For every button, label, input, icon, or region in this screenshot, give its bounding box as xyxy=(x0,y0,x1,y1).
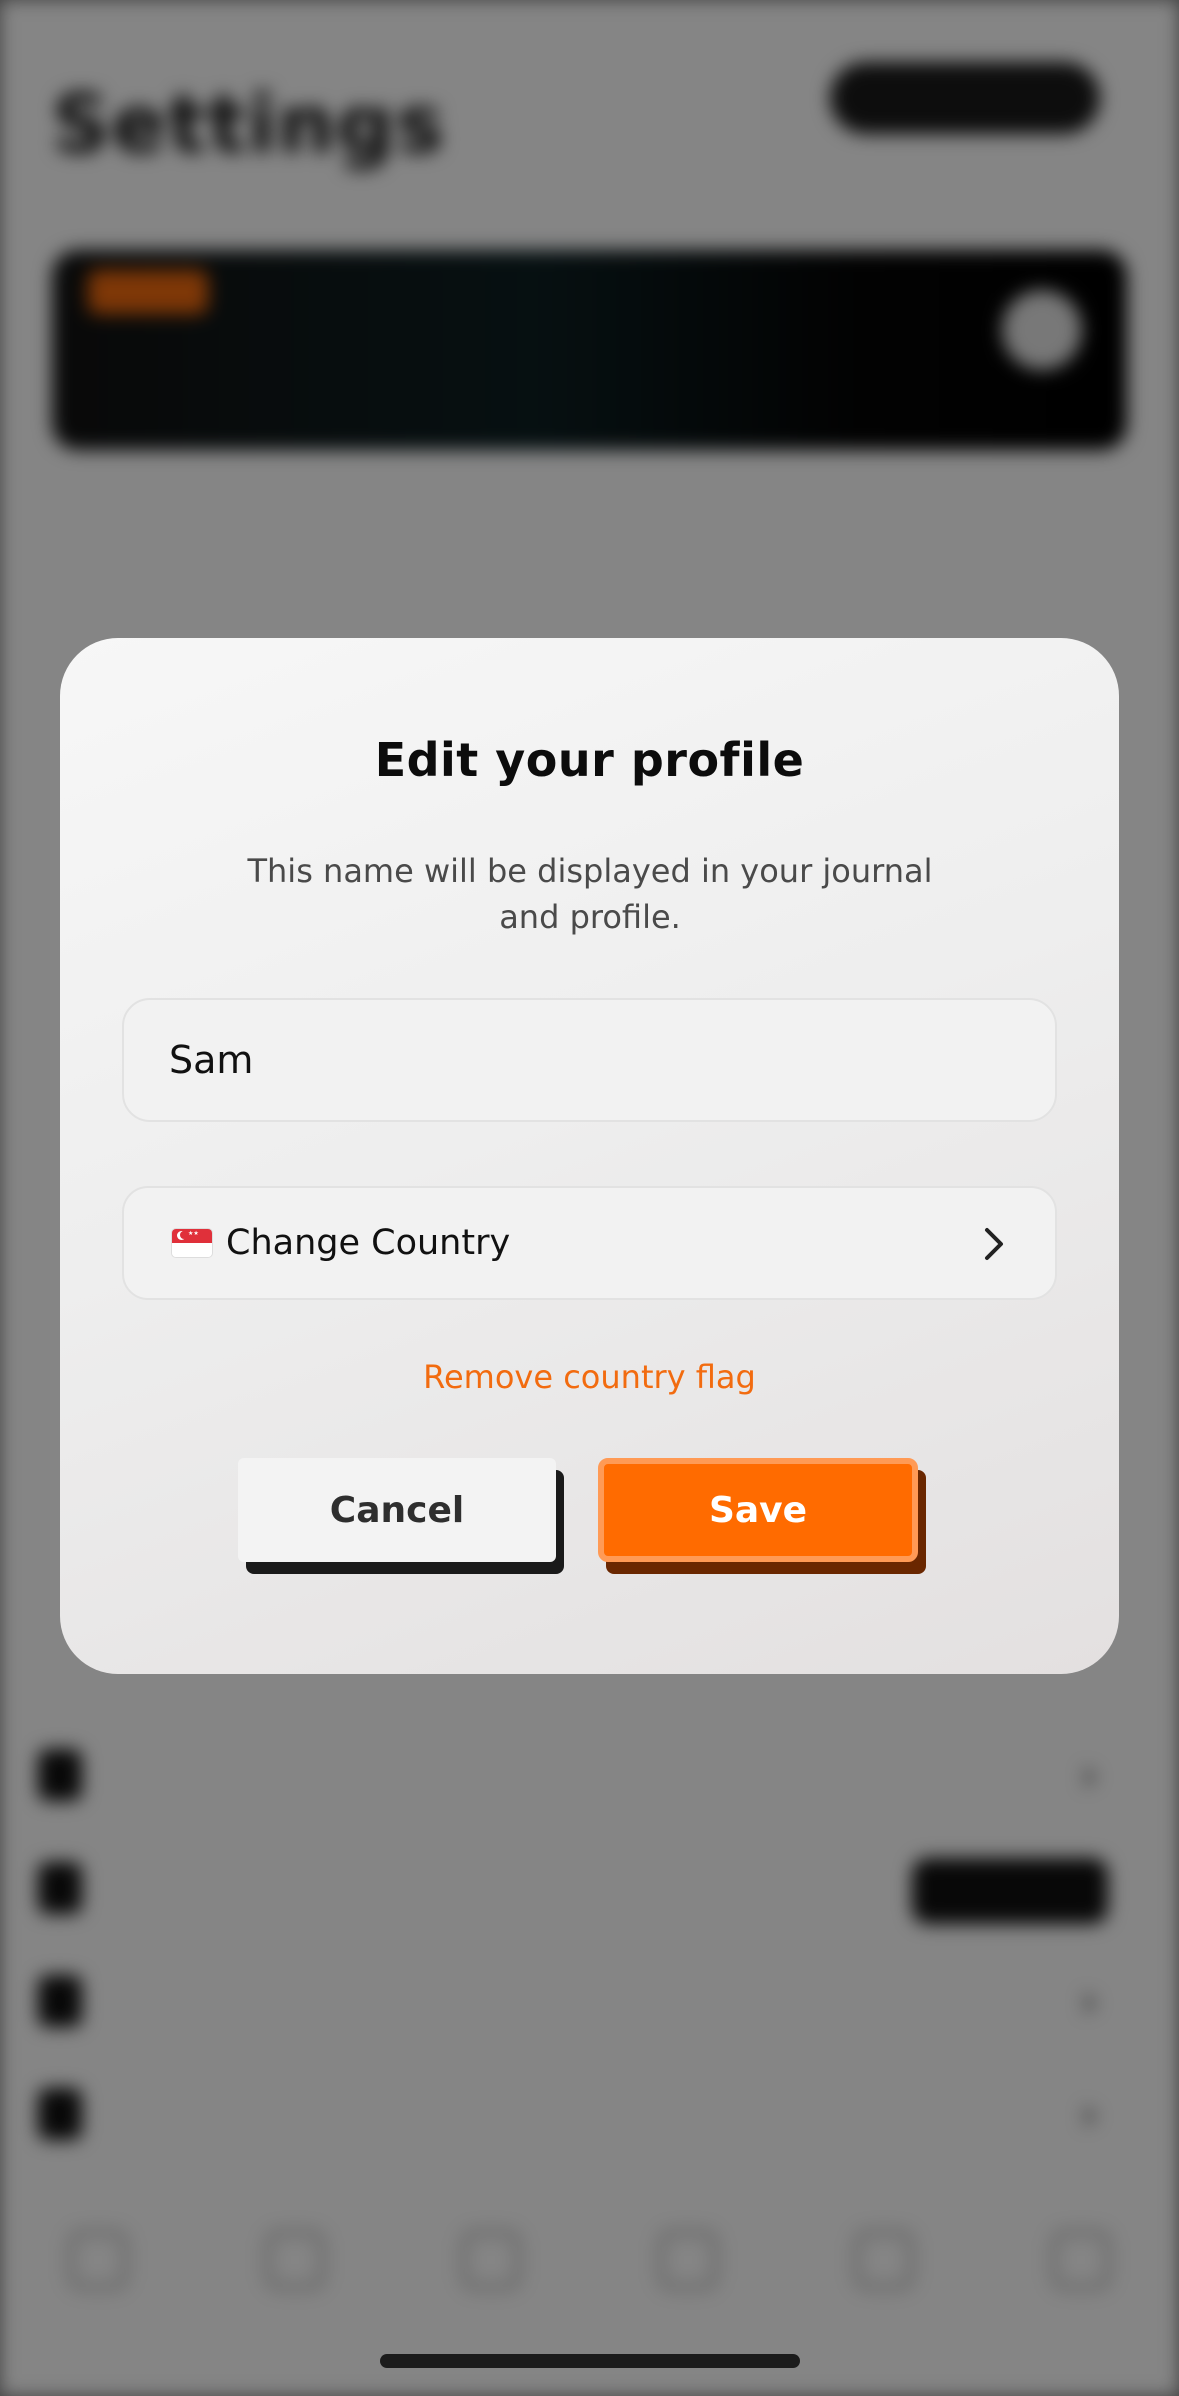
cancel-button-wrap: Cancel xyxy=(238,1458,564,1578)
home-indicator[interactable] xyxy=(380,2354,800,2368)
change-country-label: Change Country xyxy=(226,1223,511,1263)
change-country-button[interactable]: ★★ Change Country xyxy=(122,1186,1057,1300)
cancel-button[interactable]: Cancel xyxy=(238,1458,556,1562)
dialog-title: Edit your profile xyxy=(374,733,805,787)
name-input[interactable] xyxy=(122,998,1057,1122)
dialog-description: This name will be displayed in your jour… xyxy=(247,852,933,936)
save-button[interactable]: Save xyxy=(598,1458,918,1562)
save-button-wrap: Save xyxy=(598,1458,926,1578)
singapore-flag-icon: ★★ xyxy=(172,1229,212,1257)
chevron-right-icon xyxy=(985,1228,1003,1260)
edit-profile-dialog: Edit your profile This name will be disp… xyxy=(60,638,1119,1674)
remove-country-flag-link[interactable]: Remove country flag xyxy=(60,1358,1119,1396)
